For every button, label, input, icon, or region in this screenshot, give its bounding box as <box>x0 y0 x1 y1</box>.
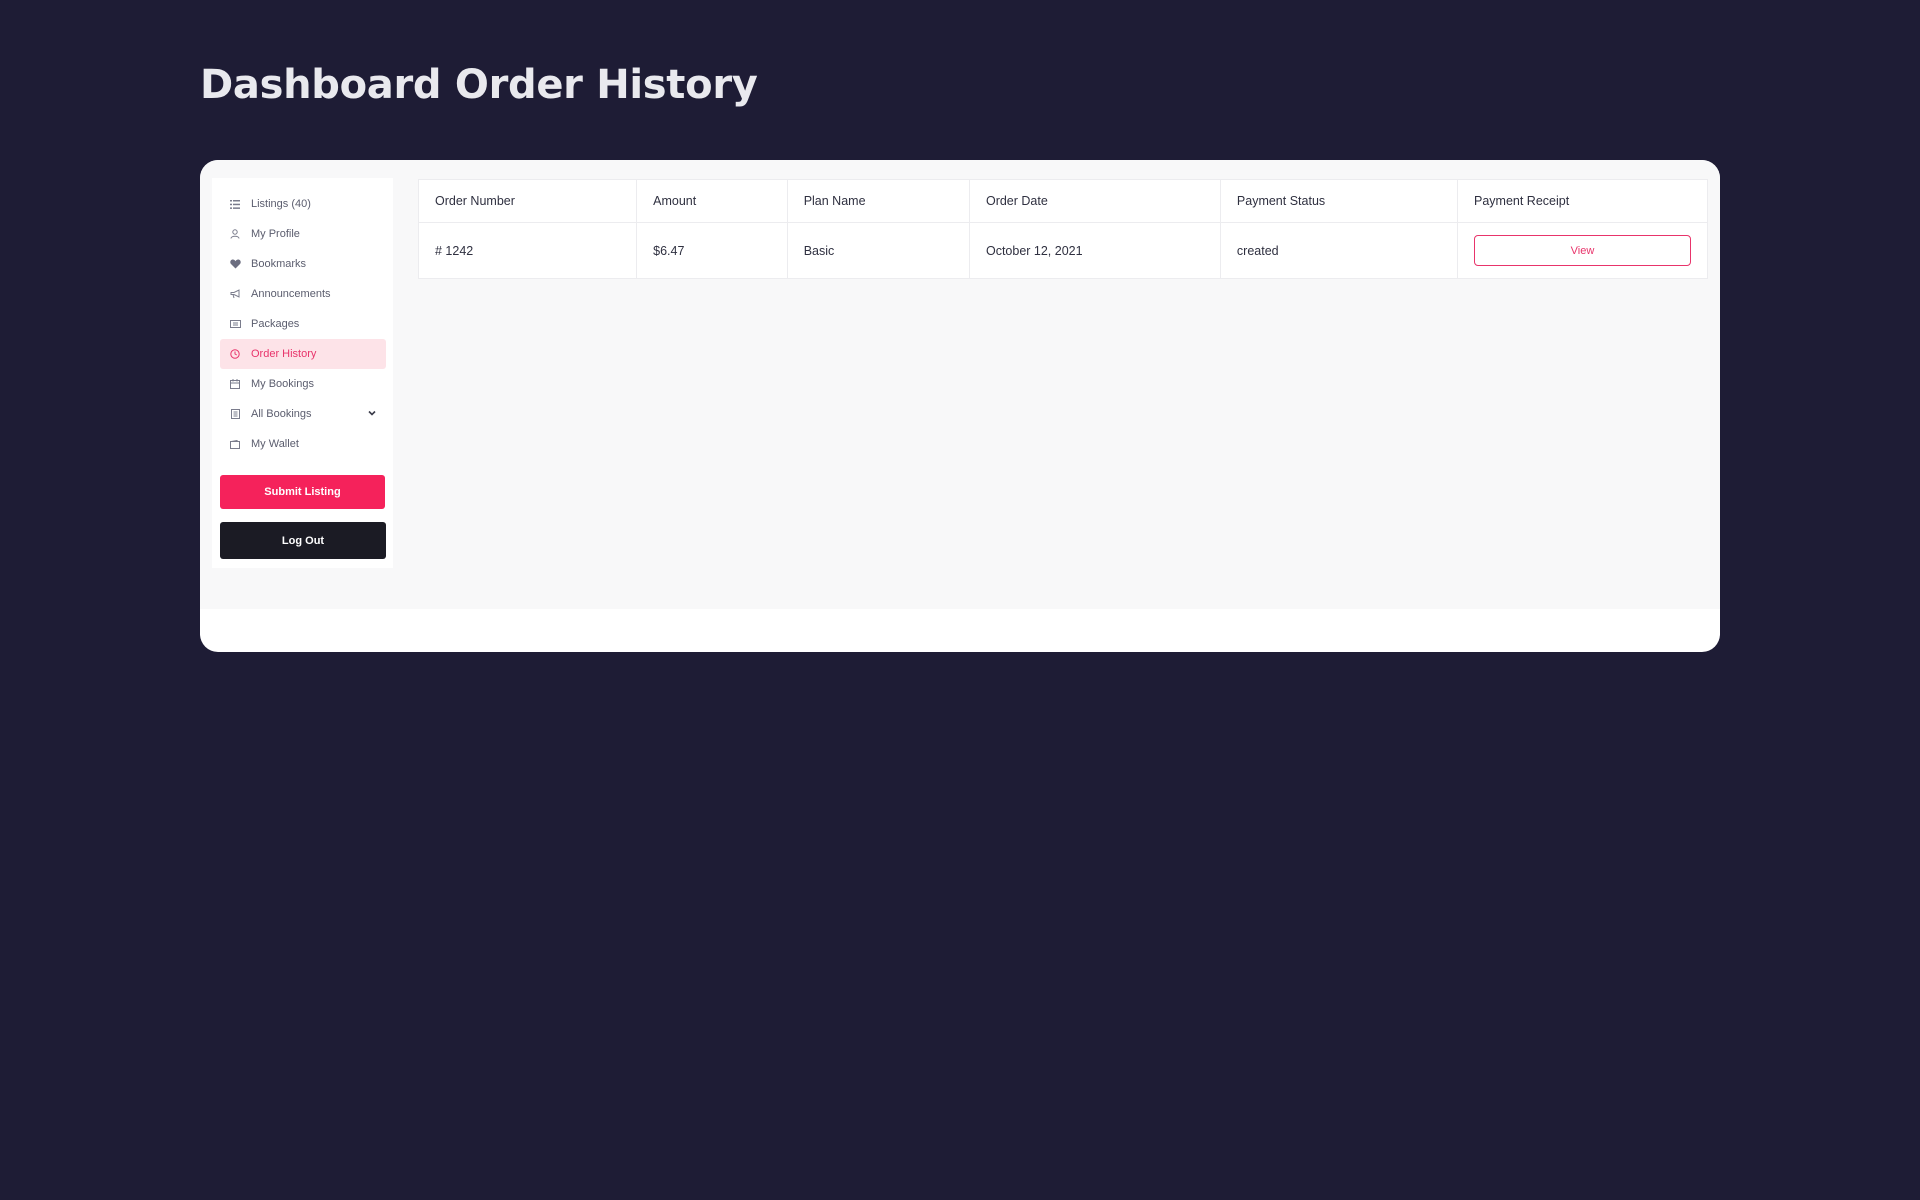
sidebar-item-packages[interactable]: Packages <box>220 309 386 339</box>
table-header-row: Order Number Amount Plan Name Order Date… <box>417 179 1708 223</box>
page-title: Dashboard Order History <box>200 62 758 108</box>
sidebar-item-bookmarks[interactable]: Bookmarks <box>220 249 386 279</box>
column-header-amount: Amount <box>636 179 788 223</box>
sidebar-item-label: Announcements <box>251 288 331 300</box>
amount-cell: $6.47 <box>636 222 788 279</box>
sidebar-item-label: My Profile <box>251 228 300 240</box>
sidebar-item-my-profile[interactable]: My Profile <box>220 219 386 249</box>
heart-icon <box>228 257 242 271</box>
dashboard-content: Listings (40) My Profile Bookmarks Annou… <box>200 160 1720 609</box>
wallet-icon <box>228 437 242 451</box>
column-header-order-number: Order Number <box>417 179 638 223</box>
orders-table-body: # 1242 $6.47 Basic October 12, 2021 crea… <box>417 222 1708 279</box>
document-icon <box>228 407 242 421</box>
sidebar-item-label: Listings (40) <box>251 198 311 210</box>
sidebar-nav: Listings (40) My Profile Bookmarks Annou… <box>220 189 386 459</box>
column-header-order-date: Order Date <box>968 179 1221 223</box>
list-icon <box>228 197 242 211</box>
ticket-icon <box>228 317 242 331</box>
orders-table-header: Order Number Amount Plan Name Order Date… <box>417 179 1708 223</box>
payment-status-cell: created <box>1219 222 1459 279</box>
sidebar-item-announcements[interactable]: Announcements <box>220 279 386 309</box>
order-date-cell: October 12, 2021 <box>968 222 1221 279</box>
sidebar-item-label: My Bookings <box>251 378 314 390</box>
chevron-down-icon[interactable] <box>366 407 378 419</box>
sidebar-item-all-bookings[interactable]: All Bookings <box>220 399 386 429</box>
sidebar-item-my-wallet[interactable]: My Wallet <box>220 429 386 459</box>
orders-table: Order Number Amount Plan Name Order Date… <box>417 179 1708 279</box>
order-number-cell: # 1242 <box>417 222 638 279</box>
column-header-plan-name: Plan Name <box>786 179 970 223</box>
log-out-button[interactable]: Log Out <box>220 522 386 559</box>
sidebar-item-label: Order History <box>251 348 317 360</box>
calendar-icon <box>228 377 242 391</box>
payment-receipt-cell: View <box>1457 222 1708 279</box>
sidebar-item-label: Bookmarks <box>251 258 307 270</box>
plan-name-cell: Basic <box>786 222 970 279</box>
sidebar-item-label: My Wallet <box>251 438 299 450</box>
sidebar-item-my-bookings[interactable]: My Bookings <box>220 369 386 399</box>
submit-listing-button[interactable]: Submit Listing <box>220 475 385 509</box>
sidebar-item-label: Packages <box>251 318 300 330</box>
table-row: # 1242 $6.47 Basic October 12, 2021 crea… <box>417 222 1708 279</box>
clock-icon <box>228 347 242 361</box>
view-receipt-button[interactable]: View <box>1474 235 1691 266</box>
sidebar-item-listings[interactable]: Listings (40) <box>220 189 386 219</box>
user-icon <box>228 227 242 241</box>
megaphone-icon <box>228 287 242 301</box>
column-header-payment-status: Payment Status <box>1219 179 1459 223</box>
dashboard-card: Listings (40) My Profile Bookmarks Annou… <box>200 160 1720 652</box>
sidebar-item-label: All Bookings <box>251 408 312 420</box>
column-header-payment-receipt: Payment Receipt <box>1457 179 1708 223</box>
sidebar: Listings (40) My Profile Bookmarks Annou… <box>212 178 393 568</box>
sidebar-item-order-history[interactable]: Order History <box>220 339 386 369</box>
